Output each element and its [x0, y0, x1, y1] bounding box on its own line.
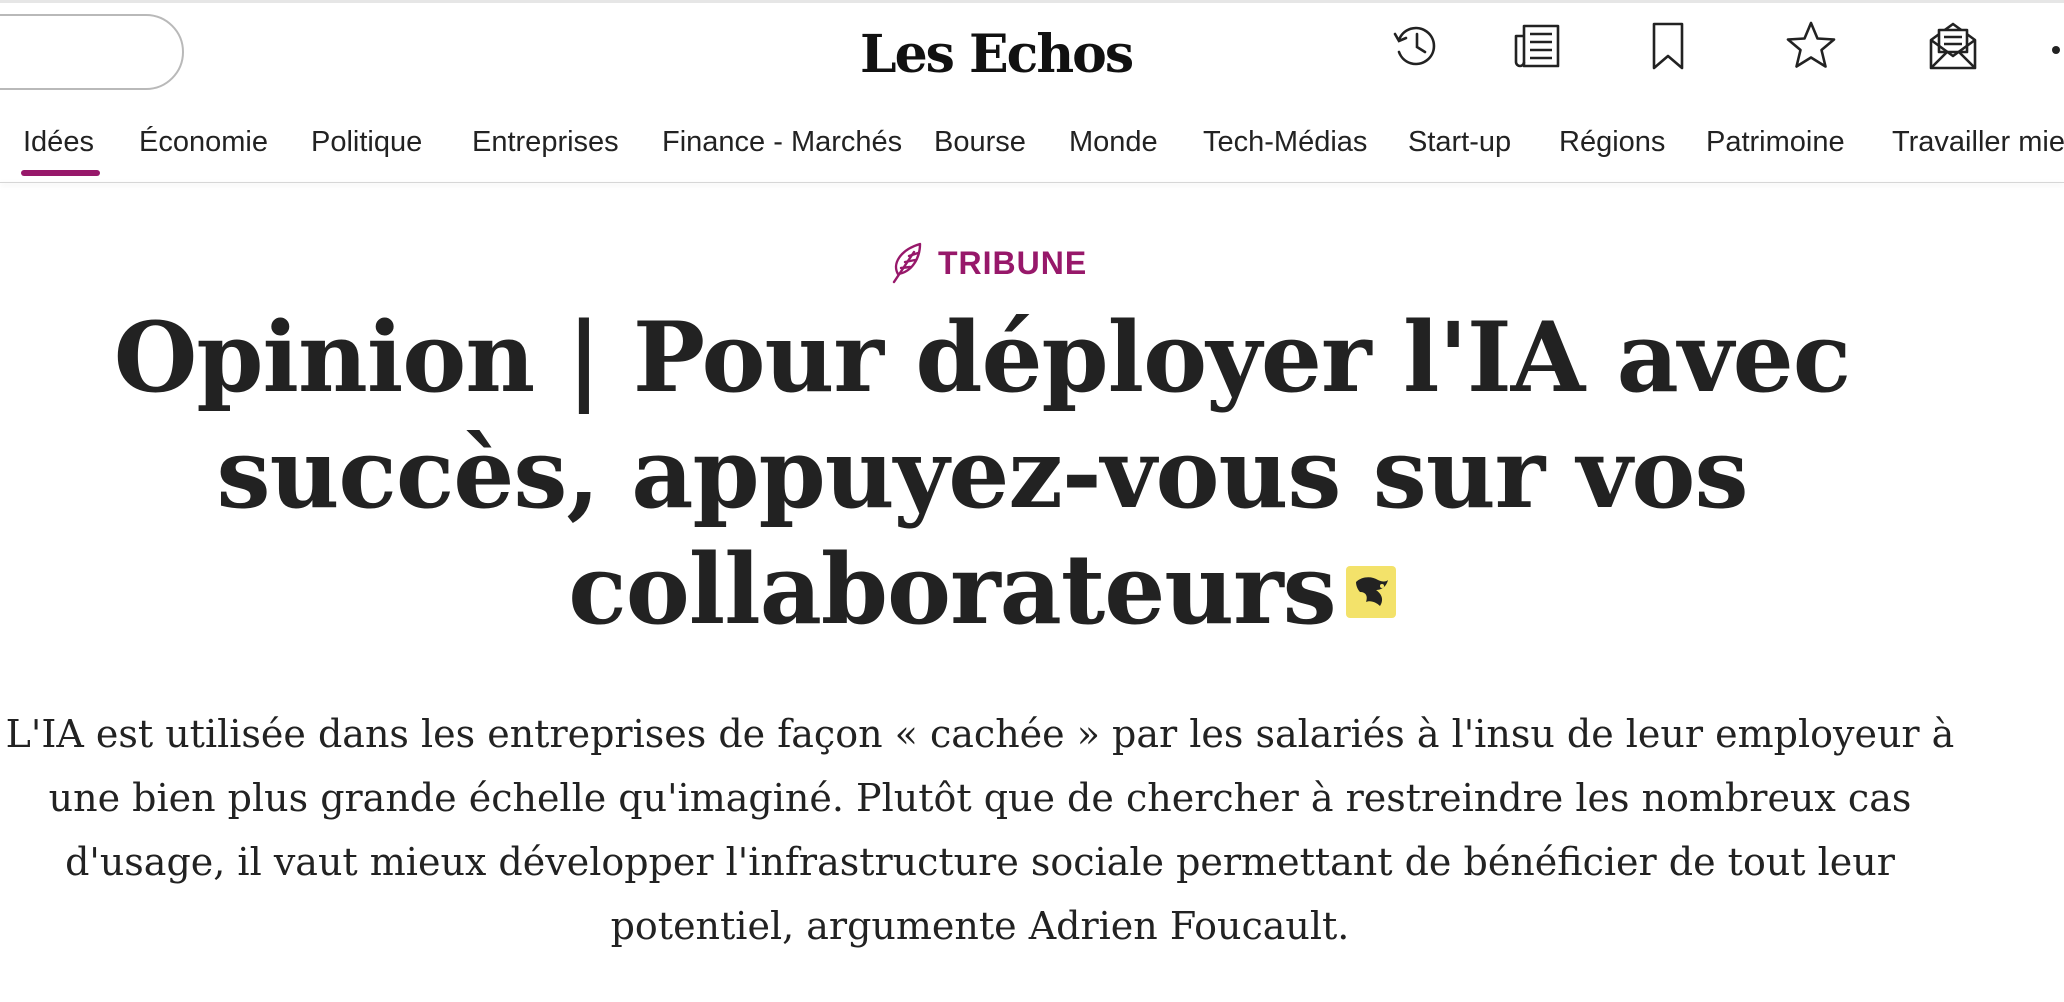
- article-title: Opinion | Pour déployer l'IA avec succès…: [100, 300, 1864, 648]
- nav-item-regions[interactable]: Régions: [1559, 126, 1665, 159]
- premium-emblem-icon: [1355, 577, 1388, 607]
- nav-item-monde[interactable]: Monde: [1069, 126, 1158, 159]
- newsletter-icon[interactable]: [1925, 18, 1981, 74]
- search-input[interactable]: [0, 14, 184, 90]
- more-menu-icon[interactable]: [2052, 46, 2060, 54]
- star-icon[interactable]: [1783, 18, 1839, 74]
- nav-item-idees[interactable]: Idées: [21, 126, 100, 176]
- nav-item-finance-marches[interactable]: Finance - Marchés: [662, 126, 902, 159]
- site-logo[interactable]: Les Echos: [860, 20, 1134, 90]
- nav-item-start-up[interactable]: Start-up: [1408, 126, 1511, 159]
- premium-badge: [1345, 566, 1396, 619]
- newspaper-icon[interactable]: [1510, 18, 1566, 74]
- section-nav: Idées Économie Politique Entreprises Fin…: [0, 118, 2064, 184]
- history-icon[interactable]: [1387, 18, 1443, 74]
- kicker-label: TRIBUNE: [938, 244, 1088, 281]
- nav-item-politique[interactable]: Politique: [311, 126, 422, 159]
- article-summary: L'IA est utilisée dans les entreprises d…: [5, 712, 1955, 948]
- nav-item-bourse[interactable]: Bourse: [934, 126, 1026, 159]
- nav-item-entreprises[interactable]: Entreprises: [472, 126, 619, 159]
- article-title-text: Opinion | Pour déployer l'IA avec succès…: [113, 301, 1851, 646]
- feather-icon: [892, 242, 922, 284]
- nav-item-patrimoine[interactable]: Patrimoine: [1706, 126, 1845, 159]
- nav-item-tech-medias[interactable]: Tech-Médias: [1203, 126, 1367, 159]
- nav-divider: [0, 182, 2064, 183]
- top-border: [0, 0, 2064, 3]
- bookmark-icon[interactable]: [1640, 18, 1696, 74]
- article-kicker: TRIBUNE: [888, 238, 1087, 288]
- nav-item-travailler-mieux[interactable]: Travailler mieu: [1892, 126, 2064, 159]
- nav-item-economie[interactable]: Économie: [139, 126, 268, 159]
